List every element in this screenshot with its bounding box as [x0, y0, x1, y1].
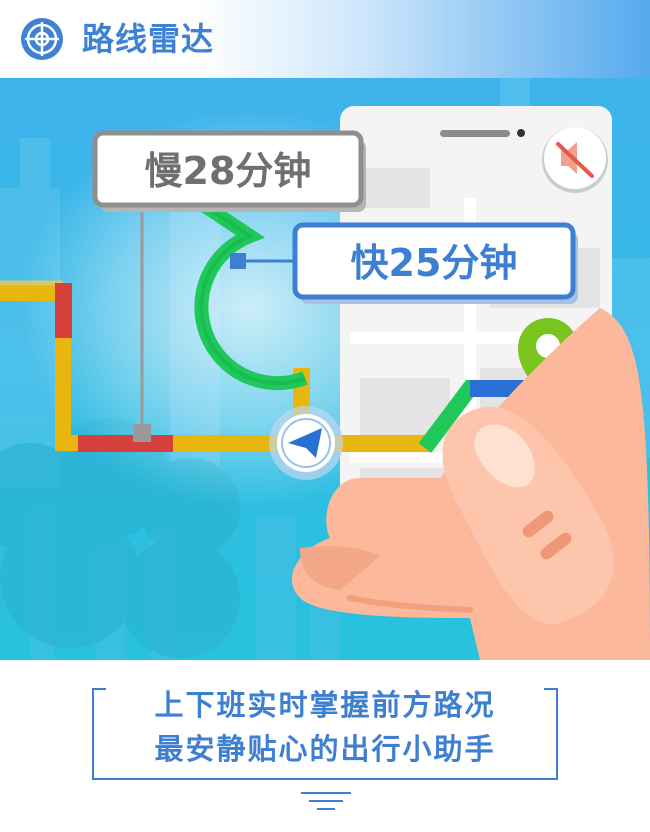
header-banner: 路线雷达 — [0, 0, 650, 78]
fast-time-label: 快25分钟 — [351, 241, 518, 285]
mute-speaker-icon — [542, 127, 608, 193]
fast-time-bubble: 快25分钟 — [292, 222, 578, 304]
navigation-arrow-icon — [269, 406, 343, 480]
slow-time-label: 慢28分钟 — [145, 149, 312, 193]
tagline-line-1: 上下班实时掌握前方路况 — [154, 688, 496, 722]
tagline-line-2: 最安静贴心的出行小助手 — [154, 732, 496, 766]
menu-lines-icon — [301, 790, 351, 814]
tagline-section: 上下班实时掌握前方路况 最安静贴心的出行小助手 — [0, 660, 650, 832]
slow-time-bubble: 慢28分钟 — [92, 130, 366, 212]
radar-target-icon — [21, 18, 63, 60]
page-title: 路线雷达 — [82, 20, 215, 58]
route-radar-illustration: 慢28分钟 快25分钟 — [0, 78, 650, 660]
